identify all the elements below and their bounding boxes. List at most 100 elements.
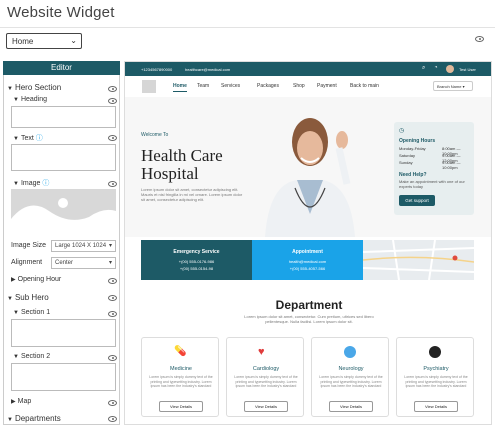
info-icon: ⓘ — [35, 135, 43, 142]
emergency-line-0: +(00) 555-0176-986 — [178, 259, 215, 264]
text-label: Text — [20, 135, 34, 142]
image-placeholder[interactable] — [11, 189, 116, 234]
branch-select[interactable]: Branch Name ▾ — [433, 81, 473, 91]
chevron-down-icon: ⌄ — [70, 36, 77, 45]
card-title: Psychiatry — [423, 366, 449, 372]
emergency-line-1: +(00) 555-0154-98 — [179, 266, 214, 271]
section1-label: Section 1 — [20, 309, 51, 316]
alignment-select[interactable]: Center ▾ — [51, 257, 116, 269]
eye-icon[interactable] — [108, 98, 117, 104]
nav-item-team[interactable]: Team — [197, 83, 209, 89]
heart-icon: ♥ — [258, 346, 265, 358]
map-preview[interactable] — [363, 240, 474, 280]
image-size-select[interactable]: Large 1024 X 1024 ▾ — [51, 240, 116, 252]
nav-item-payment[interactable]: Payment — [317, 83, 337, 89]
visibility-icon[interactable] — [475, 36, 484, 42]
card-cardiology: ♥ Cardiology Lorem ipsum is simply dummy… — [226, 337, 304, 417]
chevron-down-icon: ▾ — [108, 243, 112, 249]
appointment-line-0: health@medical.com — [288, 259, 327, 264]
nav-item-packages[interactable]: Packages — [257, 83, 279, 89]
head-icon — [429, 346, 441, 358]
get-support-button[interactable]: Get support — [399, 195, 435, 206]
chevron-down-icon: ▾ — [108, 260, 112, 266]
appointment-line-1: +(00) 555-4057-566 — [289, 266, 326, 271]
eye-icon[interactable] — [108, 416, 117, 422]
branch-value: Branch Name — [437, 84, 462, 89]
section1-input[interactable] — [11, 319, 116, 347]
heading-input[interactable] — [11, 106, 116, 128]
page-select[interactable]: Home ⌄ — [6, 33, 82, 49]
hero-text: Lorem ipsum dolor sit amet, consectetur … — [141, 187, 243, 202]
hours-day-1: Saturday — [399, 153, 416, 158]
eye-icon[interactable] — [108, 278, 117, 284]
caret-down-icon: ▼ — [13, 136, 19, 142]
section2-toggle[interactable]: ▼ Section 2 — [13, 353, 50, 360]
email-text: healthcare@medical.com — [185, 67, 231, 72]
nav-item-shop[interactable]: Shop — [293, 83, 305, 89]
opening-hour-label: Opening Hour — [17, 276, 62, 283]
hero-section-toggle[interactable]: ▼ Hero Section — [7, 83, 61, 92]
eye-icon[interactable] — [108, 181, 117, 187]
text-toggle[interactable]: ▼ Text ⓘ — [13, 133, 43, 143]
emergency-title: Emergency Service — [173, 249, 220, 255]
appointment-card: Appointment health@medical.com +(00) 555… — [252, 240, 363, 280]
eye-icon[interactable] — [108, 135, 117, 141]
alignment-value: Center — [55, 260, 74, 266]
help-text: Make an appointment with one of our expe… — [399, 179, 465, 189]
appointment-title: Appointment — [292, 249, 323, 255]
user-name: Test User — [459, 67, 476, 72]
sub-hero-toggle[interactable]: ▼ Sub Hero — [7, 293, 49, 302]
hero-title: Health Care Hospital — [141, 146, 223, 183]
emergency-card: Emergency Service +(00) 555-0176-986 +(0… — [141, 240, 252, 280]
eye-icon[interactable] — [108, 355, 117, 361]
editor-title: Editor — [3, 61, 120, 75]
text-input[interactable] — [11, 144, 116, 171]
site-preview: +1234567890000 healthcare@medical.com ⌕ … — [124, 61, 492, 425]
nav-item-services[interactable]: Services — [221, 83, 240, 89]
avatar[interactable] — [446, 65, 454, 73]
eye-icon[interactable] — [108, 311, 117, 317]
map-toggle[interactable]: ▶ Map — [11, 398, 31, 405]
alignment-label: Alignment — [11, 259, 43, 266]
pills-icon: 💊 — [174, 346, 187, 357]
view-details-button[interactable]: View Details — [414, 401, 458, 412]
opening-hour-toggle[interactable]: ▶ Opening Hour — [11, 276, 61, 283]
map-pin-icon — [452, 255, 458, 261]
nav-menu: Home Team Services Packages Shop Payment Back … — [173, 83, 413, 91]
eye-icon[interactable] — [108, 295, 117, 301]
search-icon[interactable]: ⌕ — [422, 65, 425, 72]
card-title: Medicine — [169, 366, 192, 372]
caret-down-icon: ▼ — [13, 310, 19, 316]
caret-down-icon: ▼ — [13, 181, 19, 187]
card-psychiatry: Psychiatry Lorem ipsum is simply dummy t… — [396, 337, 474, 417]
section2-input[interactable] — [11, 363, 116, 391]
section1-toggle[interactable]: ▼ Section 1 — [13, 309, 50, 316]
departments-toggle[interactable]: ▼ Departments — [7, 414, 61, 423]
view-details-button[interactable]: View Details — [159, 401, 203, 412]
nav-item-home[interactable]: Home — [173, 83, 187, 89]
site-logo — [142, 80, 156, 93]
opening-hours-panel: ◷ Opening Hours Monday-Friday 8:00am — 1… — [394, 122, 474, 215]
caret-down-icon: ▼ — [7, 86, 13, 92]
view-details-button[interactable]: View Details — [244, 401, 288, 412]
heading-label: Heading — [20, 96, 48, 103]
heading-toggle[interactable]: ▼ Heading — [13, 96, 47, 103]
help-title: Need Help? — [399, 172, 427, 178]
image-toggle[interactable]: ▼ Image ⓘ — [13, 178, 49, 188]
nav-item-back-to-main[interactable]: Back to main — [350, 83, 379, 89]
hero-section-label: Hero Section — [14, 83, 62, 92]
bell-icon[interactable]: ◔ — [434, 65, 438, 71]
departments-label: Departments — [14, 414, 61, 423]
view-details-button[interactable]: View Details — [329, 401, 373, 412]
divider — [0, 27, 495, 28]
eye-icon[interactable] — [108, 86, 117, 92]
card-text: Lorem ipsum is simply dummy text of the … — [149, 375, 213, 388]
caret-down-icon: ▼ — [13, 97, 19, 103]
card-text: Lorem ipsum is simply dummy text of the … — [234, 375, 298, 388]
eye-icon[interactable] — [108, 400, 117, 406]
hours-day-0: Monday-Friday — [399, 146, 426, 151]
image-size-label: Image Size — [11, 242, 47, 249]
brain-icon — [344, 346, 356, 358]
caret-right-icon: ▶ — [11, 277, 16, 283]
card-neurology: Neurology Lorem ipsum is simply dummy te… — [311, 337, 389, 417]
